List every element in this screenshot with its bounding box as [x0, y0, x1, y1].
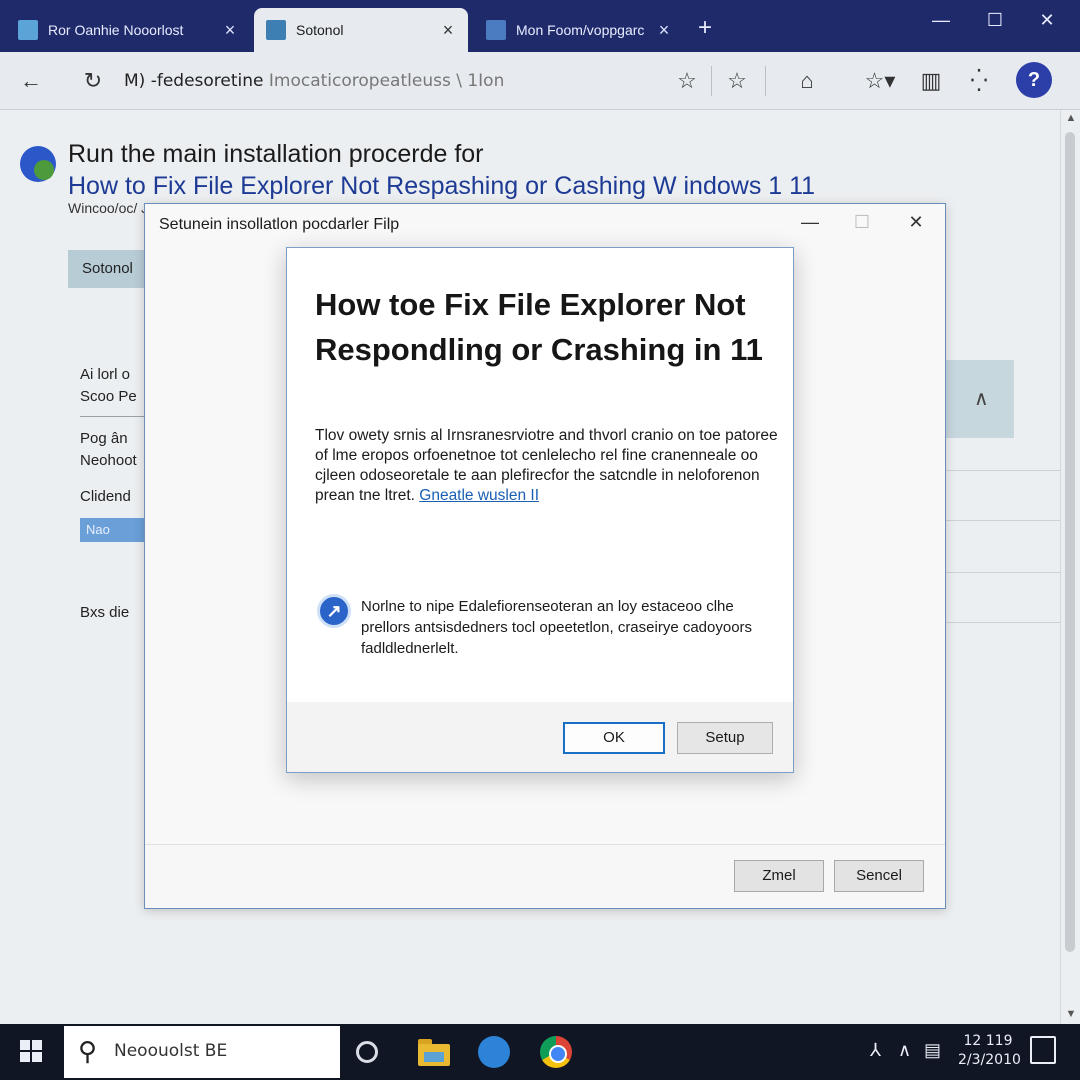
setup-icon [266, 20, 286, 40]
message-body-text: Tlov owety srnis al Irnsranesrviotre and… [315, 427, 778, 504]
chevron-up-icon[interactable]: ∧ [898, 1040, 911, 1061]
taskbar-clock[interactable]: 12 119 2/3/2010 [958, 1032, 1021, 1070]
close-icon[interactable]: × [220, 20, 240, 41]
back-dialog-button[interactable]: Zmel [734, 860, 824, 892]
toolbar-divider [711, 66, 712, 96]
side-item[interactable]: Ai lorl o [80, 364, 130, 386]
document-icon [18, 20, 38, 40]
chevron-up-icon: ∧ [974, 388, 989, 410]
right-divider [946, 572, 1060, 573]
collections-icon[interactable]: ▥ [914, 64, 948, 98]
setup-dialog-footer [145, 844, 945, 908]
image-icon [486, 20, 506, 40]
right-panel[interactable]: ∧ [946, 360, 1014, 438]
search-text: Neoouolst BE [114, 1041, 228, 1061]
page-subtitle: Wincoo/oc/ J [68, 200, 149, 216]
right-divider [946, 520, 1060, 521]
side-divider [80, 416, 144, 417]
maximize-button[interactable]: ☐ [980, 10, 1010, 31]
address-bar[interactable]: M) -fedesoretine Imocaticoropeatleuss \ … [124, 64, 644, 98]
file-explorer-icon[interactable] [418, 1034, 454, 1070]
right-divider [946, 470, 1060, 471]
edge-icon[interactable] [478, 1036, 510, 1068]
close-window-button[interactable]: ✕ [1032, 10, 1062, 31]
close-icon[interactable]: × [438, 20, 458, 41]
setup-button[interactable]: Setup [677, 722, 773, 754]
message-note: Norlne to nipe Edalefiorenseoteran an lo… [361, 598, 753, 657]
home-icon[interactable]: ⌂ [790, 64, 824, 98]
minimize-button[interactable]: — [926, 10, 956, 31]
message-body-link[interactable]: Gneatle wuslen II [419, 487, 539, 504]
right-divider [946, 622, 1060, 623]
share-star-icon[interactable]: ☆ [670, 64, 704, 98]
clock-date: 2/3/2010 [958, 1052, 1021, 1068]
setup-dialog-title: Setunein insollatlon pocdarler Filp [159, 216, 400, 233]
cancel-dialog-button[interactable]: Sencel [834, 860, 924, 892]
tab-sotonol[interactable]: Sotonol × [254, 8, 468, 52]
page-button[interactable]: Sotonol [68, 250, 148, 288]
favorite-icon[interactable]: ☆ [720, 64, 754, 98]
message-dialog: How toe Fix File Explorer Not Respondlin… [286, 247, 794, 773]
page-scrollbar[interactable]: ▲ ▼ [1060, 110, 1080, 1024]
back-button[interactable]: ← [14, 64, 48, 98]
browser-tab-strip: Ror Oanhie Nooorlost × Sotonol × Mon Foo… [0, 0, 1080, 52]
tab-title: Sotonol [296, 22, 344, 38]
keyboard-icon[interactable]: ▤ [924, 1040, 941, 1061]
page-heading: Run the main installation procerde for [68, 140, 484, 168]
new-tab-button[interactable]: + [693, 14, 717, 42]
side-selected-item[interactable]: Nao [80, 518, 144, 542]
people-icon[interactable]: ⅄ [870, 1040, 881, 1061]
windows-start-icon[interactable] [20, 1040, 42, 1062]
favorites-icon[interactable]: ☆▾ [856, 64, 904, 98]
scroll-down-icon[interactable]: ▼ [1061, 1008, 1080, 1020]
scroll-thumb[interactable] [1065, 132, 1075, 952]
cortana-icon[interactable] [356, 1041, 378, 1063]
side-item[interactable]: Scoo Pe [80, 386, 137, 408]
message-dialog-title: How toe Fix File Explorer Not Respondlin… [315, 287, 763, 367]
clock-time: 12 119 [963, 1033, 1013, 1049]
reload-button[interactable]: ↻ [76, 64, 110, 98]
close-icon[interactable]: × [654, 20, 674, 41]
site-logo [20, 146, 56, 182]
search-icon: ⚲ [78, 1036, 98, 1066]
tab-title: Mon Foom/voppgarc [516, 22, 645, 38]
dialog-maximize-button[interactable]: ☐ [847, 212, 877, 233]
taskbar-search-input[interactable]: ⚲ Neoouolst BE [64, 1026, 340, 1078]
message-body: Tlov owety srnis al Irnsranesrviotre and… [315, 426, 785, 506]
tab-title: Ror Oanhie Nooorlost [48, 22, 184, 38]
dialog-minimize-button[interactable]: — [795, 212, 825, 233]
toolbar-divider [765, 66, 766, 96]
address-rest: Imocaticoropeatleuss \ 1Ion [268, 71, 505, 91]
more-icon[interactable]: ⁛ [962, 64, 996, 98]
dialog-close-button[interactable]: ✕ [901, 212, 931, 233]
side-item[interactable]: Clidend [80, 486, 131, 508]
notification-icon[interactable] [1030, 1036, 1056, 1064]
side-item[interactable]: Bxs die [80, 602, 129, 624]
help-button[interactable]: ? [1016, 62, 1052, 98]
scroll-up-icon[interactable]: ▲ [1061, 112, 1080, 124]
side-item[interactable]: Pog ân [80, 428, 128, 450]
tab-ror-oanhie[interactable]: Ror Oanhie Nooorlost × [6, 8, 250, 52]
page-link-heading[interactable]: How to Fix File Explorer Not Respashing … [68, 172, 815, 201]
side-item[interactable]: Neohoot [80, 450, 137, 472]
browser-toolbar: ← ↻ M) -fedesoretine Imocaticoropeatleus… [0, 52, 1080, 110]
ok-button[interactable]: OK [563, 722, 665, 754]
info-icon: ↗ [317, 594, 351, 628]
taskbar: ⚲ Neoouolst BE ⅄ ∧ ▤ 12 119 2/3/2010 [0, 1024, 1080, 1080]
chrome-icon[interactable] [540, 1036, 572, 1068]
address-main: M) -fedesoretine [124, 71, 264, 91]
tab-mon-foom[interactable]: Mon Foom/voppgarc × [474, 8, 684, 52]
